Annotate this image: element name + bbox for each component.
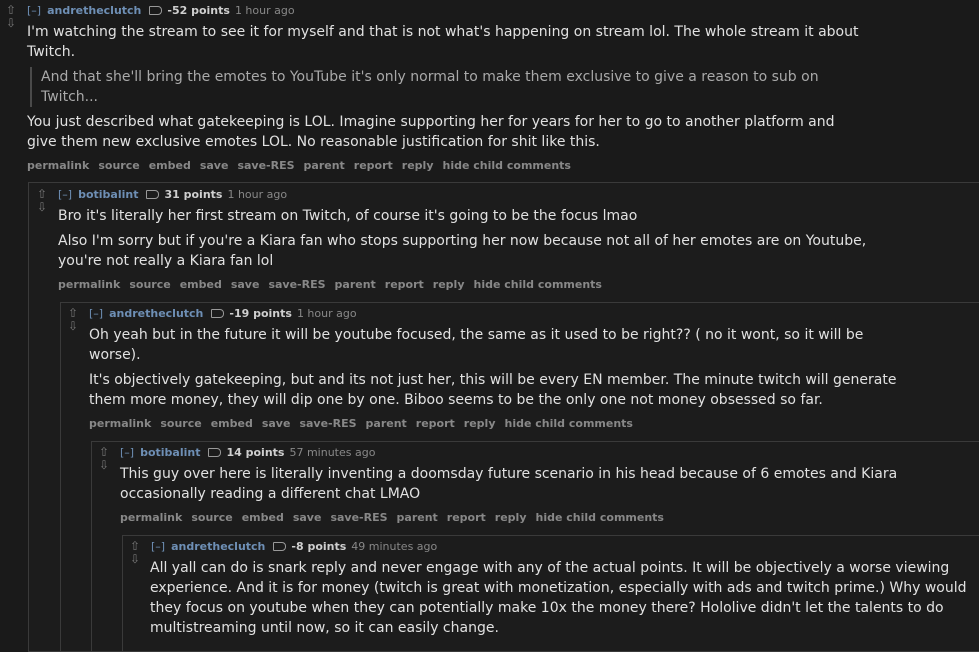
source-button[interactable]: source (98, 159, 139, 172)
tag-icon[interactable] (273, 541, 287, 551)
hide-child-comments-button[interactable]: hide child comments (505, 417, 633, 430)
embed-button[interactable]: embed (242, 511, 284, 524)
reply-button[interactable]: reply (433, 278, 465, 291)
source-button[interactable]: source (160, 417, 201, 430)
comment-buttons: permalink source embed save save-RES parent re… (89, 417, 642, 431)
reply-button[interactable]: reply (402, 159, 434, 172)
parent-button[interactable]: parent (366, 417, 407, 430)
vote-arrows: ⇧ ⇩ (35, 188, 49, 214)
downvote-arrow-icon[interactable]: ⇩ (97, 459, 111, 472)
comment-tagline: [–] andretheclutch -52 points 1 hour ago (27, 4, 295, 18)
comment-author[interactable]: andretheclutch (109, 307, 203, 320)
collapse-toggle[interactable]: [–] (120, 446, 134, 459)
comment-paragraph: Oh yeah but in the future it will be you… (89, 327, 864, 363)
downvote-arrow-icon[interactable]: ⇩ (66, 320, 80, 333)
comment-tagline: [–] andretheclutch -19 points 1 hour ago (89, 307, 357, 321)
collapse-toggle[interactable]: [–] (89, 307, 103, 320)
save-res-button[interactable]: save-RES (299, 417, 356, 430)
collapse-toggle[interactable]: [–] (151, 540, 165, 553)
permalink-button[interactable]: permalink (27, 159, 89, 172)
downvote-arrow-icon[interactable]: ⇩ (35, 201, 49, 214)
tag-icon[interactable] (208, 447, 222, 457)
report-button[interactable]: report (416, 417, 455, 430)
comment-paragraph: I'm watching the stream to see it for my… (27, 24, 859, 60)
comment-score: -52 points (167, 4, 230, 17)
source-button[interactable]: source (191, 511, 232, 524)
parent-button[interactable]: parent (397, 511, 438, 524)
comment-time: 1 hour ago (227, 188, 288, 201)
source-button[interactable]: source (129, 278, 170, 291)
collapse-toggle[interactable]: [–] (27, 4, 41, 17)
save-button[interactable]: save (293, 511, 322, 524)
comment-author[interactable]: andretheclutch (47, 4, 141, 17)
save-res-button[interactable]: save-RES (268, 278, 325, 291)
comment-buttons: permalink source embed save save-RES parent re… (58, 278, 611, 292)
reply-button[interactable]: reply (495, 511, 527, 524)
comment-tagline: [–] andretheclutch -8 points 49 minutes ago (151, 540, 437, 554)
permalink-button[interactable]: permalink (89, 417, 151, 430)
save-button[interactable]: save (262, 417, 291, 430)
downvote-arrow-icon[interactable]: ⇩ (4, 17, 18, 30)
comment-paragraph: You just described what gatekeeping is L… (27, 114, 835, 150)
comment-paragraph: Bro it's literally her first stream on T… (58, 208, 638, 224)
comment-time: 57 minutes ago (289, 446, 376, 459)
vote-arrows: ⇧ ⇩ (66, 307, 80, 333)
embed-button[interactable]: embed (149, 159, 191, 172)
hide-child-comments-button[interactable]: hide child comments (474, 278, 602, 291)
comment-score: -8 points (291, 540, 347, 553)
comment-author[interactable]: botibalint (78, 188, 138, 201)
comment-paragraph: Also I'm sorry but if you're a Kiara fan… (58, 233, 867, 269)
comment-tagline: [–] botibalint 31 points 1 hour ago (58, 188, 287, 202)
comment-score: 14 points (226, 446, 285, 459)
vote-arrows: ⇧ ⇩ (128, 540, 142, 566)
permalink-button[interactable]: permalink (58, 278, 120, 291)
report-button[interactable]: report (447, 511, 486, 524)
vote-arrows: ⇧ ⇩ (4, 4, 18, 30)
comment-score: -19 points (229, 307, 292, 320)
comment-time: 1 hour ago (234, 4, 295, 17)
report-button[interactable]: report (385, 278, 424, 291)
comment-time: 49 minutes ago (351, 540, 438, 553)
comment-author[interactable]: andretheclutch (171, 540, 265, 553)
save-res-button[interactable]: save-RES (330, 511, 387, 524)
comment-score: 31 points (164, 188, 223, 201)
hide-child-comments-button[interactable]: hide child comments (443, 159, 571, 172)
report-button[interactable]: report (354, 159, 393, 172)
downvote-arrow-icon[interactable]: ⇩ (128, 553, 142, 566)
collapse-toggle[interactable]: [–] (58, 188, 72, 201)
hide-child-comments-button[interactable]: hide child comments (536, 511, 664, 524)
tag-icon[interactable] (146, 189, 160, 199)
parent-button[interactable]: parent (304, 159, 345, 172)
comment-paragraph: This guy over here is literally inventin… (120, 466, 898, 502)
comment-paragraph: All yall can do is snark reply and never… (150, 560, 967, 636)
save-res-button[interactable]: save-RES (237, 159, 294, 172)
comment-time: 1 hour ago (296, 307, 357, 320)
embed-button[interactable]: embed (180, 278, 222, 291)
save-button[interactable]: save (200, 159, 229, 172)
permalink-button[interactable]: permalink (120, 511, 182, 524)
comment-quote: And that she'll bring the emotes to YouT… (30, 67, 841, 107)
vote-arrows: ⇧ ⇩ (97, 446, 111, 472)
tag-icon[interactable] (149, 5, 163, 15)
comment-buttons: permalink source embed save save-RES parent re… (27, 159, 580, 173)
embed-button[interactable]: embed (211, 417, 253, 430)
tag-icon[interactable] (211, 308, 225, 318)
save-button[interactable]: save (231, 278, 260, 291)
comment-paragraph: It's objectively gatekeeping, but and it… (89, 372, 897, 408)
comment-author[interactable]: botibalint (140, 446, 200, 459)
reply-button[interactable]: reply (464, 417, 496, 430)
comment-buttons: permalink source embed save save-RES parent re… (120, 511, 673, 525)
comment-tagline: [–] botibalint 14 points 57 minutes ago (120, 446, 375, 460)
parent-button[interactable]: parent (335, 278, 376, 291)
